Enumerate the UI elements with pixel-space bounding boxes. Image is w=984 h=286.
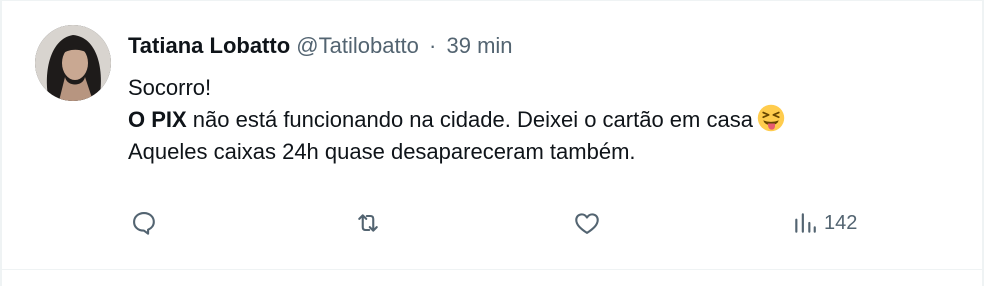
- views-button[interactable]: 142: [792, 201, 857, 245]
- like-icon: [575, 213, 599, 234]
- avatar[interactable]: [35, 25, 111, 101]
- reply-button[interactable]: [130, 201, 158, 245]
- views-count: 142: [824, 211, 858, 234]
- tweet-line: O PIX não está funcionando na cidade. De…: [128, 104, 978, 136]
- user-handle[interactable]: @Tatilobatto: [296, 33, 419, 58]
- bold-text: O PIX: [128, 107, 187, 132]
- action-bar: 142: [2, 201, 982, 245]
- reply-icon: [133, 212, 155, 235]
- tweet-text: Socorro! O PIX não está funcionando na c…: [128, 72, 978, 168]
- like-button[interactable]: [572, 201, 602, 245]
- squinting-tongue-face-icon: [757, 104, 785, 132]
- tweet-line: Socorro!: [128, 75, 212, 100]
- retweet-button[interactable]: [354, 201, 382, 245]
- retweet-icon: [358, 214, 378, 232]
- tweet-card[interactable]: Tatiana Lobatto @Tatilobatto · 39 min So…: [2, 1, 982, 270]
- display-name[interactable]: Tatiana Lobatto: [128, 33, 290, 58]
- timestamp[interactable]: 39 min: [446, 33, 512, 58]
- views-icon: [795, 213, 816, 233]
- tweet-line-text: não está funcionando na cidade. Deixei o…: [186, 107, 753, 132]
- separator-dot: ·: [429, 33, 437, 58]
- page: Tatiana Lobatto @Tatilobatto · 39 min So…: [0, 0, 984, 286]
- tweet-header: Tatiana Lobatto @Tatilobatto · 39 min: [128, 31, 513, 61]
- avatar-photo-icon: [35, 25, 111, 101]
- tweet-line: Aqueles caixas 24h quase desapareceram t…: [128, 139, 636, 164]
